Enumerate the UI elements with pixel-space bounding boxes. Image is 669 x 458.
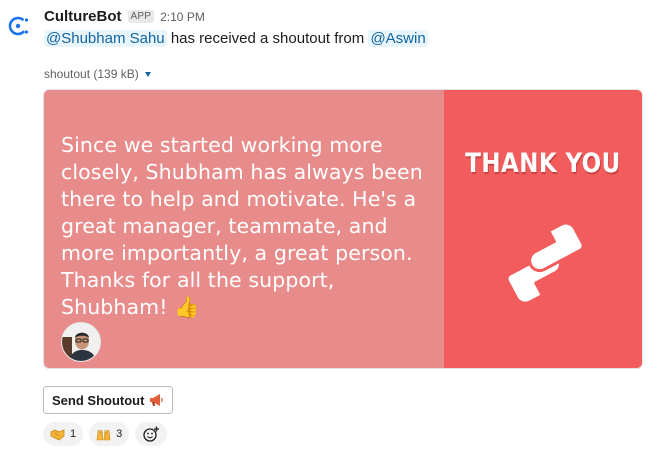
recipient-mention[interactable]: @Shubham Sahu xyxy=(44,30,167,47)
thank-you-panel: THANK YOU xyxy=(444,90,642,368)
raised-hands-icon xyxy=(96,429,111,440)
thank-you-heading: THANK YOU xyxy=(465,148,621,179)
app-badge: APP xyxy=(127,10,155,23)
message-text: @Shubham Sahu has received a shoutout fr… xyxy=(44,30,428,47)
reaction-count: 1 xyxy=(70,428,77,440)
avatar xyxy=(61,322,101,362)
sender-name[interactable]: CultureBot xyxy=(44,8,122,25)
attachment-label[interactable]: shoutout (139 kB) xyxy=(44,67,151,81)
handshake-icon xyxy=(50,428,65,440)
megaphone-icon xyxy=(150,394,164,406)
shoutout-image[interactable]: Since we started working more closely, S… xyxy=(43,89,643,369)
send-shoutout-button[interactable]: Send Shoutout xyxy=(43,386,174,414)
reaction-count: 3 xyxy=(116,428,123,440)
attachment-filename: shoutout (139 kB) xyxy=(44,67,139,81)
reaction-handshake[interactable]: 1 xyxy=(43,422,84,446)
chevron-down-icon[interactable] xyxy=(144,71,151,77)
message-header: CultureBot APP 2:10 PM xyxy=(44,8,205,25)
handshake-icon xyxy=(505,221,585,305)
person-photo-icon xyxy=(62,323,100,361)
culturebot-logo-icon[interactable] xyxy=(6,14,30,38)
add-reaction-button[interactable] xyxy=(135,422,168,446)
reactions-bar: 1 3 xyxy=(43,422,168,446)
shoutout-quote: Since we started working more closely, S… xyxy=(61,133,423,319)
message-timestamp[interactable]: 2:10 PM xyxy=(160,10,205,24)
send-shoutout-label: Send Shoutout xyxy=(52,392,145,408)
sender-mention[interactable]: @Aswin xyxy=(368,30,428,47)
message-body: has received a shoutout from xyxy=(170,30,365,47)
reaction-raised-hands[interactable]: 3 xyxy=(89,422,130,446)
shoutout-quote-panel: Since we started working more closely, S… xyxy=(44,90,444,368)
add-reaction-icon xyxy=(143,426,160,442)
